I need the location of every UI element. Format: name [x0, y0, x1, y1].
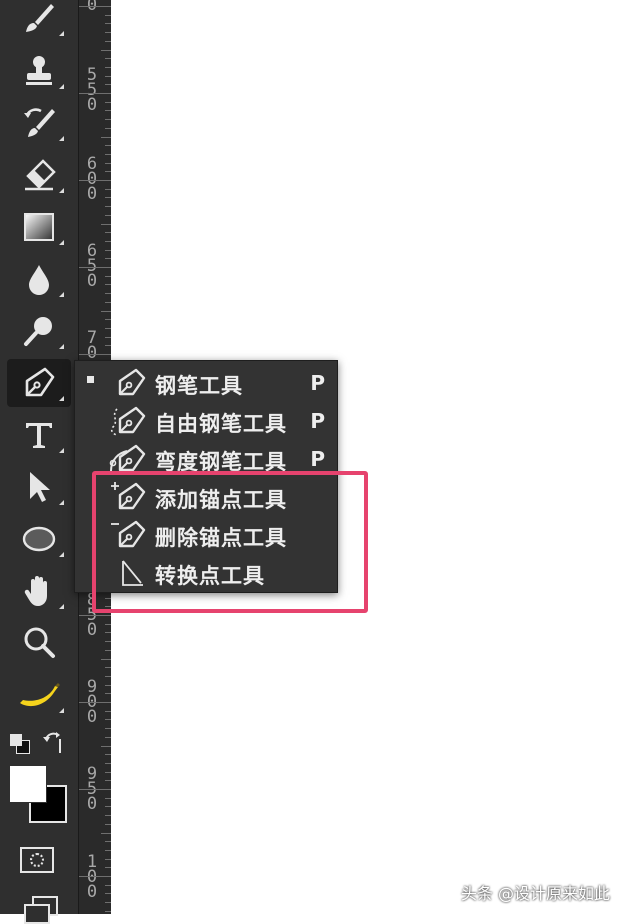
delete-anchor-icon: [111, 520, 146, 548]
ruler-label: 7 0: [86, 328, 98, 363]
menu-item-convert-point-tool[interactable]: 转换点工具: [75, 554, 337, 592]
ruler-tick: [101, 223, 111, 225]
ruler-tick: [101, 745, 111, 747]
ruler-tick: [79, 180, 111, 181]
pen-icon: [118, 368, 146, 396]
menu-item-label: 弯度钢笔工具: [155, 450, 287, 474]
zoom-icon: [24, 627, 55, 658]
pen-tools-flyout-menu: 钢笔工具 P 自由钢笔工具 P 弯度钢笔工具 P 添加锚点工具 删除锚点工具 转…: [74, 360, 338, 593]
ruler-tick: [79, 267, 111, 268]
ruler-tick: [79, 354, 111, 355]
menu-item-label: 删除锚点工具: [155, 526, 287, 550]
menu-item-shortcut: P: [310, 447, 325, 471]
ruler-tick: [79, 6, 111, 7]
type-icon: [26, 423, 52, 448]
curvature-pen-icon: [109, 444, 146, 472]
path-selection-tool[interactable]: [7, 463, 71, 511]
ruler-tick: [101, 49, 111, 51]
menu-item-label: 添加锚点工具: [155, 488, 287, 512]
ruler-tick: [79, 93, 111, 94]
ellipse-icon: [22, 526, 56, 552]
ruler-tick: [101, 832, 111, 834]
convert-point-icon: [122, 560, 143, 586]
gradient-icon: [24, 213, 54, 241]
ruler-tick: [79, 702, 111, 703]
brush-tool[interactable]: [7, 0, 71, 42]
arrow-icon: [30, 472, 50, 502]
menu-item-delete-anchor-point-tool[interactable]: 删除锚点工具: [75, 516, 337, 554]
tools-panel: [0, 0, 78, 924]
history-brush-icon: [24, 108, 55, 137]
eraser-tool[interactable]: [7, 151, 71, 199]
ellipse-tool[interactable]: [7, 515, 71, 563]
menu-item-add-anchor-point-tool[interactable]: 添加锚点工具: [75, 478, 337, 516]
menu-item-shortcut: P: [310, 371, 325, 395]
drop-icon: [29, 265, 49, 295]
blur-tool[interactable]: [7, 255, 71, 303]
dodge-tool[interactable]: [7, 307, 71, 355]
selected-indicator-icon: [87, 376, 94, 383]
ruler-tick: [101, 310, 111, 312]
ruler-tick: [79, 876, 111, 877]
menu-item-label: 钢笔工具: [155, 374, 243, 398]
ruler-tick: [101, 136, 111, 138]
menu-item-label: 转换点工具: [155, 564, 265, 588]
menu-item-shortcut: P: [310, 409, 325, 433]
foreground-color-swatch[interactable]: [9, 765, 47, 803]
clone-stamp-tool[interactable]: [7, 47, 71, 95]
freeform-pen-icon: [110, 406, 146, 436]
banana-tool[interactable]: [7, 671, 71, 719]
default-colors-icon[interactable]: [10, 734, 32, 756]
quick-mask-button[interactable]: [20, 847, 54, 873]
stamp-icon: [26, 56, 52, 85]
ruler-tick: [79, 789, 111, 790]
add-anchor-icon: [111, 482, 146, 510]
swap-colors-icon[interactable]: [42, 731, 66, 755]
watermark: 头条 @设计原来如此: [460, 884, 610, 903]
eraser-icon: [25, 159, 56, 191]
pen-tool[interactable]: [7, 359, 71, 407]
quick-mask-icon: [30, 853, 44, 867]
brush-icon: [26, 4, 54, 32]
banana-icon: [20, 683, 60, 707]
ruler-label: 1 0 0: [86, 852, 98, 902]
pen-icon: [25, 367, 55, 397]
ruler-label: 5 5 0: [86, 65, 98, 115]
hand-icon: [24, 576, 47, 606]
history-brush-tool[interactable]: [7, 99, 71, 147]
zoom-tool[interactable]: [7, 619, 71, 667]
dodge-icon: [24, 317, 52, 346]
menu-item-pen-tool[interactable]: 钢笔工具 P: [75, 364, 337, 402]
menu-item-curvature-pen-tool[interactable]: 弯度钢笔工具 P: [75, 440, 337, 478]
screen-mode-button[interactable]: [24, 896, 58, 924]
ruler-tick: [79, 615, 111, 616]
menu-item-label: 自由钢笔工具: [155, 412, 287, 436]
ruler-tick: [101, 658, 111, 660]
menu-item-freeform-pen-tool[interactable]: 自由钢笔工具 P: [75, 402, 337, 440]
hand-tool[interactable]: [7, 567, 71, 615]
type-tool[interactable]: [7, 411, 71, 459]
gradient-tool[interactable]: [7, 203, 71, 251]
